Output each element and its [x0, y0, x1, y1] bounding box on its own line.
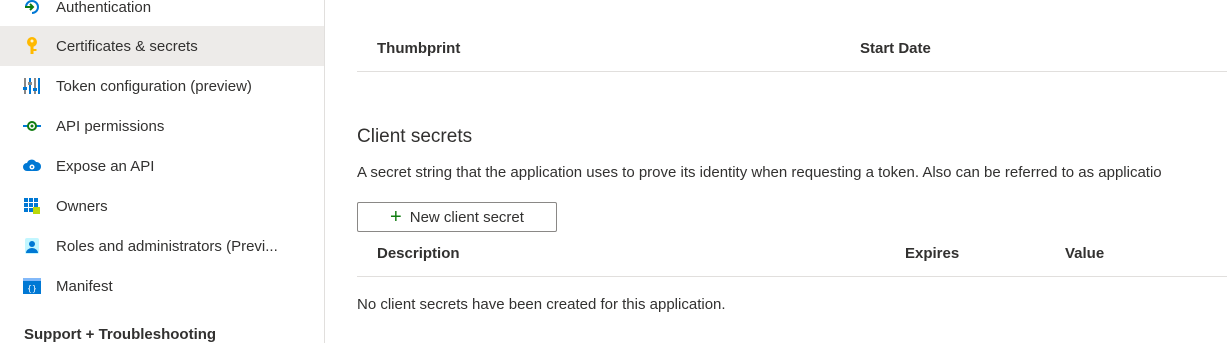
plus-icon: +	[390, 206, 402, 228]
client-secrets-heading: Client secrets	[357, 126, 473, 147]
new-client-secret-button[interactable]: + New client secret	[357, 202, 557, 232]
column-header-value[interactable]: Value	[1065, 245, 1104, 262]
sidebar-item-label: Roles and administrators (Previ...	[56, 237, 278, 255]
manifest-icon: {}	[22, 276, 42, 296]
sidebar-item-expose-an-api[interactable]: Expose an API	[0, 146, 324, 186]
sidebar-item-label: Owners	[56, 197, 108, 215]
main-content: Thumbprint Start Date Client secrets A s…	[325, 0, 1227, 343]
key-icon	[22, 36, 42, 56]
new-client-secret-label: New client secret	[409, 208, 524, 226]
owners-icon	[22, 196, 42, 216]
divider	[357, 71, 1227, 72]
sidebar-item-certificates-secrets[interactable]: Certificates & secrets	[0, 26, 324, 66]
sidebar-item-label: API permissions	[56, 117, 165, 135]
divider	[357, 276, 1227, 277]
column-header-start-date[interactable]: Start Date	[860, 40, 931, 57]
sidebar-item-owners[interactable]: Owners	[0, 186, 324, 226]
svg-text:{}: {}	[27, 284, 37, 293]
cloud-icon	[22, 156, 42, 176]
sidebar-item-label: Authentication	[56, 0, 152, 16]
sidebar-section-header: Support + Troubleshooting	[24, 326, 217, 343]
empty-state-message: No client secrets have been created for …	[357, 296, 726, 313]
sidebar-item-label: Manifest	[56, 277, 113, 295]
sidebar-item-label: Token configuration (preview)	[56, 77, 252, 95]
column-header-description[interactable]: Description	[377, 245, 460, 262]
sidebar-item-label: Certificates & secrets	[56, 37, 198, 55]
sidebar: Authentication Certificates & secrets To…	[0, 0, 325, 343]
sidebar-item-label: Expose an API	[56, 157, 155, 175]
sidebar-item-manifest[interactable]: {} Manifest	[0, 266, 324, 306]
client-secrets-description: A secret string that the application use…	[357, 164, 1162, 181]
roles-icon	[22, 236, 42, 256]
sidebar-item-authentication[interactable]: Authentication	[0, 0, 324, 27]
sidebar-item-token-configuration[interactable]: Token configuration (preview)	[0, 66, 324, 106]
column-header-expires[interactable]: Expires	[905, 245, 959, 262]
api-permissions-icon	[22, 116, 42, 136]
sidebar-item-roles-and-administrators[interactable]: Roles and administrators (Previ...	[0, 226, 324, 266]
sidebar-item-api-permissions[interactable]: API permissions	[0, 106, 324, 146]
token-configuration-icon	[22, 76, 42, 96]
authentication-icon	[22, 0, 42, 17]
column-header-thumbprint[interactable]: Thumbprint	[377, 40, 460, 57]
